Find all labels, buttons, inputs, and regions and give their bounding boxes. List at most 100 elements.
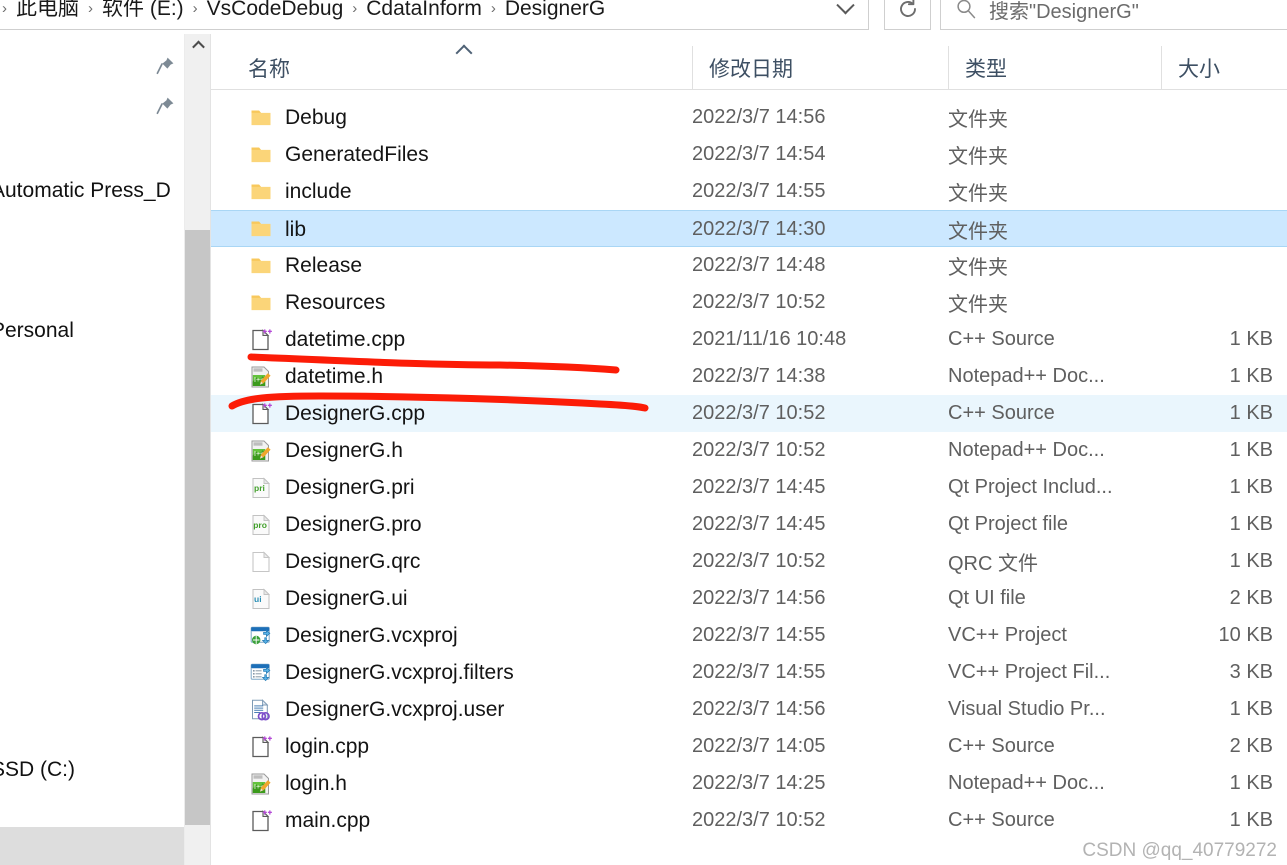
file-date: 2022/3/7 14:55	[692, 624, 826, 646]
table-row[interactable]: login.cpp 2022/3/7 14:05 C++ Source 2 KB	[211, 728, 1287, 765]
file-name: lib	[285, 217, 307, 241]
file-date: 2022/3/7 14:56	[692, 698, 826, 720]
breadcrumb-separator: ›	[192, 0, 198, 17]
table-row[interactable]: Debug 2022/3/7 14:56 文件夹	[211, 99, 1287, 136]
column-header-type[interactable]: 类型	[948, 46, 1161, 90]
breadcrumb-item-1[interactable]: 软件 (E:)	[98, 0, 188, 23]
file-name: DesignerG.vcxproj	[285, 623, 458, 647]
search-input[interactable]: 搜索"DesignerG"	[989, 0, 1139, 24]
nav-item-label: Personal	[0, 319, 74, 342]
scroll-up-button[interactable]	[185, 34, 211, 56]
scrollbar-thumb[interactable]	[185, 230, 211, 825]
column-header-date[interactable]: 修改日期	[692, 46, 948, 90]
table-row[interactable]: DesignerG.vcxproj 2022/3/7 14:55 VC++ Pr…	[211, 617, 1287, 654]
nav-item-label: Automatic Press_D	[0, 179, 171, 202]
file-size: 1 KB	[1229, 772, 1273, 794]
file-size: 1 KB	[1229, 476, 1273, 498]
file-name: DesignerG.qrc	[285, 549, 421, 573]
table-row-hovered[interactable]: DesignerG.cpp 2022/3/7 10:52 C++ Source …	[211, 395, 1287, 432]
table-row[interactable]: DesignerG.vcxproj.user 2022/3/7 14:56 Vi…	[211, 691, 1287, 728]
nav-item-label: SSD (C:)	[0, 758, 75, 781]
file-date: 2022/3/7 10:52	[692, 809, 826, 831]
table-row[interactable]: DesignerG.qrc 2022/3/7 10:52 QRC 文件 1 KB	[211, 543, 1287, 580]
qt-pro-icon: pro	[248, 512, 274, 538]
breadcrumb-item-4[interactable]: DesignerG	[501, 0, 609, 23]
table-row[interactable]: I++ DesignerG.h 2022/3/7 10:52 Notepad++…	[211, 432, 1287, 469]
refresh-button[interactable]	[884, 0, 931, 30]
file-name: main.cpp	[285, 808, 371, 832]
file-name: DesignerG.vcxproj.filters	[285, 660, 514, 684]
file-size: 1 KB	[1229, 439, 1273, 461]
column-header-size[interactable]: 大小	[1161, 46, 1287, 90]
file-name: DesignerG.pri	[285, 475, 415, 499]
notepadpp-icon: I++	[248, 438, 274, 464]
file-name: DesignerG.vcxproj.user	[285, 697, 505, 721]
file-type: QRC 文件	[948, 553, 1038, 575]
file-name: Release	[285, 253, 363, 277]
scrollbar-track-bottom[interactable]	[185, 825, 211, 865]
nav-scrollbar[interactable]	[184, 34, 211, 865]
pin-icon	[154, 55, 176, 77]
table-row[interactable]: datetime.cpp 2021/11/16 10:48 C++ Source…	[211, 321, 1287, 358]
table-row[interactable]: Resources 2022/3/7 10:52 文件夹	[211, 284, 1287, 321]
folder-icon	[248, 216, 274, 242]
file-size: 1 KB	[1229, 402, 1273, 424]
file-date: 2022/3/7 10:52	[692, 439, 826, 461]
vcxproj-icon	[248, 623, 274, 649]
refresh-icon	[899, 0, 916, 17]
qt-ui-icon: ui	[248, 586, 274, 612]
nav-item-personal[interactable]: Personal	[0, 313, 184, 349]
file-date: 2022/3/7 14:30	[692, 218, 826, 240]
table-row[interactable]: include 2022/3/7 14:55 文件夹	[211, 173, 1287, 210]
table-row[interactable]: pri DesignerG.pri 2022/3/7 14:45 Qt Proj…	[211, 469, 1287, 506]
notepadpp-icon: I++	[248, 771, 274, 797]
nav-item-ssd-c[interactable]: SSD (C:)	[0, 752, 184, 788]
file-date: 2022/3/7 14:56	[692, 106, 826, 128]
file-date: 2022/3/7 14:54	[692, 143, 826, 165]
table-row[interactable]: DesignerG.vcxproj.filters 2022/3/7 14:55…	[211, 654, 1287, 691]
search-box[interactable]: 搜索"DesignerG"	[940, 0, 1287, 30]
file-name: DesignerG.ui	[285, 586, 408, 610]
breadcrumb-item-2[interactable]: VsCodeDebug	[203, 0, 348, 23]
breadcrumb-item-3[interactable]: CdataInform	[362, 0, 486, 23]
file-type: C++ Source	[948, 735, 1055, 757]
svg-text:ui: ui	[254, 594, 262, 604]
file-size: 1 KB	[1229, 550, 1273, 572]
vcxproj-user-icon	[248, 697, 274, 723]
breadcrumb-separator: ›	[2, 0, 7, 17]
column-header-label: 类型	[965, 58, 1007, 81]
file-date: 2022/3/7 14:45	[692, 513, 826, 535]
folder-icon	[248, 179, 274, 205]
watermark: CSDN @qq_40779272	[1082, 840, 1277, 861]
table-row[interactable]: GeneratedFiles 2022/3/7 14:54 文件夹	[211, 136, 1287, 173]
table-row[interactable]: main.cpp 2022/3/7 10:52 C++ Source 1 KB	[211, 802, 1287, 839]
table-row[interactable]: Release 2022/3/7 14:48 文件夹	[211, 247, 1287, 284]
chevron-down-icon[interactable]	[828, 0, 862, 28]
file-size: 10 KB	[1218, 624, 1273, 646]
table-row[interactable]: pro DesignerG.pro 2022/3/7 14:45 Qt Proj…	[211, 506, 1287, 543]
file-type: C++ Source	[948, 328, 1055, 350]
file-size: 1 KB	[1229, 809, 1273, 831]
column-header-label: 修改日期	[709, 58, 793, 81]
table-row[interactable]: I++ datetime.h 2022/3/7 14:38 Notepad++ …	[211, 358, 1287, 395]
file-type: 文件夹	[948, 146, 1008, 168]
file-name: DesignerG.h	[285, 438, 403, 462]
file-type: 文件夹	[948, 257, 1008, 279]
file-name: Debug	[285, 105, 347, 129]
vcxproj-filters-icon	[248, 660, 274, 686]
svg-text:pro: pro	[253, 520, 267, 530]
nav-item-pin-1[interactable]	[0, 88, 184, 124]
blank-file-icon	[248, 549, 274, 575]
table-row[interactable]: ui DesignerG.ui 2022/3/7 14:56 Qt UI fil…	[211, 580, 1287, 617]
table-row[interactable]: I++ login.h 2022/3/7 14:25 Notepad++ Doc…	[211, 765, 1287, 802]
breadcrumb-item-0[interactable]: 此电脑	[12, 0, 83, 23]
folder-icon	[248, 105, 274, 131]
breadcrumb[interactable]: › 此电脑 › 软件 (E:) › VsCodeDebug › CdataInf…	[0, 0, 869, 30]
nav-item-pin-0[interactable]	[0, 48, 184, 84]
folder-icon	[248, 253, 274, 279]
nav-item-automatic-press[interactable]: Automatic Press_D	[0, 173, 184, 209]
file-name: DesignerG.pro	[285, 512, 422, 536]
table-row-selected[interactable]: lib 2022/3/7 14:30 文件夹	[211, 210, 1287, 247]
file-type: Visual Studio Pr...	[948, 698, 1106, 720]
column-header-name[interactable]: 名称	[232, 46, 692, 90]
